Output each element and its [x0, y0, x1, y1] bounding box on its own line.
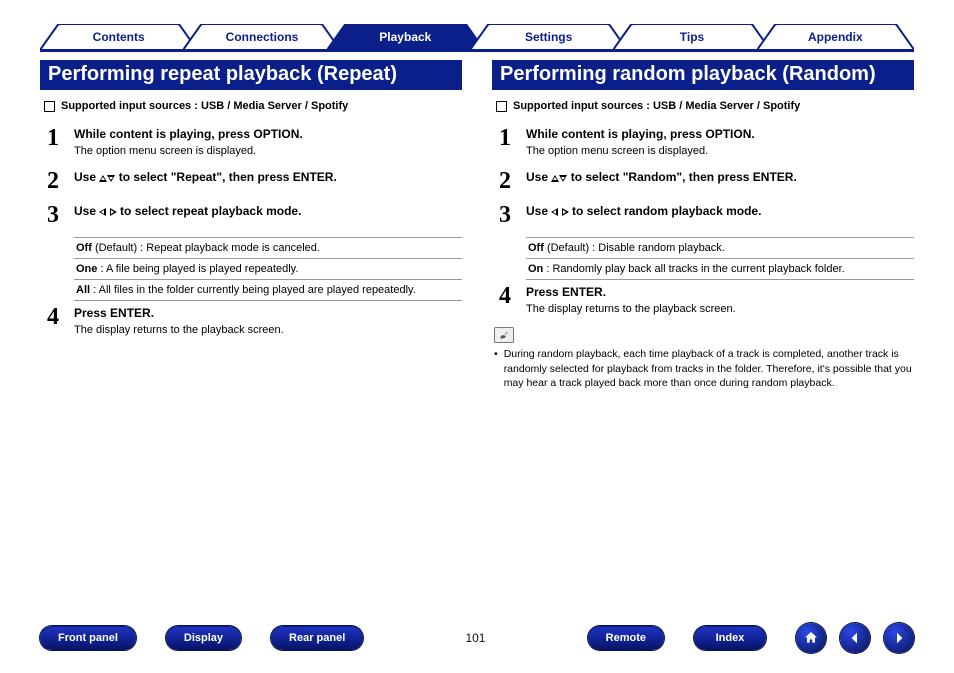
- manual-page: ContentsConnectionsPlaybackSettingsTipsA…: [0, 0, 954, 673]
- right-arrow-icon: [110, 208, 117, 216]
- tab-connections[interactable]: Connections: [183, 24, 340, 50]
- step-title: Press ENTER.: [74, 305, 462, 321]
- step-1: 1 While content is playing, press OPTION.…: [494, 126, 914, 159]
- nav-display[interactable]: Display: [166, 626, 241, 650]
- tab-appendix[interactable]: Appendix: [757, 24, 914, 50]
- step-title: Press ENTER.: [526, 284, 914, 300]
- step-1: 1 While content is playing, press OPTION.…: [42, 126, 462, 159]
- step-3: 3 Use to select repeat playback mode.: [42, 203, 462, 227]
- step-number: 2: [42, 169, 64, 193]
- nav-rear-panel[interactable]: Rear panel: [271, 626, 363, 650]
- left-arrow-icon: [551, 208, 558, 216]
- step-title: While content is playing, press OPTION.: [74, 126, 462, 142]
- bullet-icon: [496, 101, 507, 112]
- step-3: 3 Use to select random playback mode.: [494, 203, 914, 227]
- step-title: While content is playing, press OPTION.: [526, 126, 914, 142]
- tab-playback[interactable]: Playback: [327, 24, 484, 50]
- option-row: On : Randomly play back all tracks in th…: [526, 259, 914, 280]
- option-row: Off (Default) : Repeat playback mode is …: [74, 238, 462, 259]
- nav-index[interactable]: Index: [694, 626, 766, 650]
- step-sub: The display returns to the playback scre…: [74, 323, 462, 338]
- section-heading-random: Performing random playback (Random): [492, 60, 914, 90]
- step-number: 2: [494, 169, 516, 193]
- forward-icon[interactable]: [884, 623, 914, 653]
- step-title: Use to select "Repeat", then press ENTER…: [74, 169, 462, 185]
- supported-sources: Supported input sources : USB / Media Se…: [496, 100, 914, 112]
- tab-settings[interactable]: Settings: [470, 24, 627, 50]
- tab-bar: ContentsConnectionsPlaybackSettingsTipsA…: [40, 20, 914, 52]
- step-title: Use to select "Random", then press ENTER…: [526, 169, 914, 185]
- step-number: 3: [42, 203, 64, 227]
- step-title: Use to select random playback mode.: [526, 203, 914, 219]
- supported-sources: Supported input sources : USB / Media Se…: [44, 100, 462, 112]
- page-number: 101: [460, 631, 490, 645]
- step-2: 2 Use to select "Random", then press ENTE…: [494, 169, 914, 193]
- bullet-icon: [44, 101, 55, 112]
- step-sub: The display returns to the playback scre…: [526, 302, 914, 317]
- tab-contents[interactable]: Contents: [40, 24, 197, 50]
- step-sub: The option menu screen is displayed.: [526, 144, 914, 159]
- tab-tips[interactable]: Tips: [613, 24, 770, 50]
- option-row: Off (Default) : Disable random playback.: [526, 238, 914, 259]
- step-4: 4 Press ENTER. The display returns to the …: [42, 305, 462, 338]
- down-arrow-icon: [107, 175, 115, 182]
- home-icon[interactable]: [796, 623, 826, 653]
- footer-nav: Front panel Display Rear panel 101 Remote I…: [40, 621, 914, 655]
- step-number: 1: [494, 126, 516, 159]
- note-text: During random playback, each time playba…: [504, 347, 914, 391]
- back-icon[interactable]: [840, 623, 870, 653]
- step-2: 2 Use to select "Repeat", then press ENTE…: [42, 169, 462, 193]
- step-sub: The option menu screen is displayed.: [74, 144, 462, 159]
- section-heading-repeat: Performing repeat playback (Repeat): [40, 60, 462, 90]
- option-row: One : A file being played is played repe…: [74, 259, 462, 280]
- nav-front-panel[interactable]: Front panel: [40, 626, 136, 650]
- step-number: 1: [42, 126, 64, 159]
- step-number: 4: [494, 284, 516, 317]
- step-number: 4: [42, 305, 64, 338]
- up-arrow-icon: [551, 175, 559, 182]
- option-row: All : All files in the folder currently …: [74, 280, 462, 301]
- step-number: 3: [494, 203, 516, 227]
- step-title: Use to select repeat playback mode.: [74, 203, 462, 219]
- options-table: Off (Default) : Disable random playback.…: [526, 237, 914, 280]
- options-table: Off (Default) : Repeat playback mode is …: [74, 237, 462, 301]
- up-arrow-icon: [99, 175, 107, 182]
- note: •During random playback, each time playb…: [494, 327, 914, 391]
- step-4: 4 Press ENTER. The display returns to the …: [494, 284, 914, 317]
- down-arrow-icon: [559, 175, 567, 182]
- note-icon: [494, 327, 514, 343]
- right-arrow-icon: [562, 208, 569, 216]
- left-arrow-icon: [99, 208, 106, 216]
- column-repeat: Performing repeat playback (Repeat) Suppo…: [40, 60, 462, 593]
- nav-remote[interactable]: Remote: [588, 626, 664, 650]
- content-columns: Performing repeat playback (Repeat) Suppo…: [40, 60, 914, 593]
- column-random: Performing random playback (Random) Suppo…: [492, 60, 914, 593]
